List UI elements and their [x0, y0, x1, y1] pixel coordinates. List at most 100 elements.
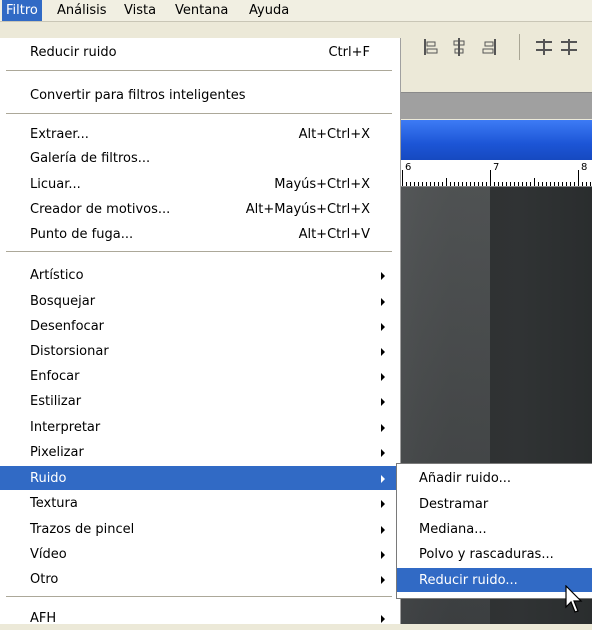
menu-item-label: Trazos de pincel — [30, 522, 135, 537]
submenu-arrow-icon — [381, 348, 385, 356]
menu-item-textura[interactable]: Textura — [0, 491, 398, 515]
ruler-tick — [418, 182, 419, 186]
ruler-tick — [530, 182, 531, 186]
menu-item-galeria[interactable]: Galería de filtros... — [0, 146, 398, 170]
submenu-item-label: Polvo y rascaduras... — [419, 547, 554, 562]
ruler-tick — [590, 182, 591, 186]
submenu-item-reducir-ruido[interactable]: Reducir ruido... — [397, 568, 592, 592]
menu-item-trazos-pincel[interactable]: Trazos de pincel — [0, 517, 398, 541]
menu-item-afh[interactable]: AFH — [0, 606, 398, 630]
submenu-item-label: Reducir ruido... — [419, 573, 518, 588]
menu-item-punto-fuga[interactable]: Punto de fuga... Alt+Ctrl+V — [0, 222, 398, 246]
menu-item-label: Desenfocar — [30, 319, 105, 334]
ruler-tick — [406, 182, 407, 186]
align-center-icon[interactable] — [450, 37, 468, 57]
menu-item-interpretar[interactable]: Interpretar — [0, 415, 398, 439]
submenu-arrow-icon — [381, 373, 385, 381]
menu-separator — [6, 251, 392, 252]
ruler-tick — [550, 182, 551, 186]
document-title-bar — [400, 120, 592, 160]
menu-ventana[interactable]: Ventana — [171, 0, 232, 21]
distribute-top-icon[interactable] — [535, 37, 553, 57]
submenu-item-label: Mediana... — [419, 522, 487, 537]
menu-item-desenfocar[interactable]: Desenfocar — [0, 314, 398, 338]
menu-item-distorsionar[interactable]: Distorsionar — [0, 339, 398, 363]
ruler-tick — [514, 182, 515, 186]
ruler-tick — [458, 182, 459, 186]
menu-item-label: Galería de filtros... — [30, 151, 151, 166]
submenu-item-destramar[interactable]: Destramar — [397, 492, 592, 516]
filtro-menu: Reducir ruido Ctrl+F Convertir para filt… — [0, 38, 401, 626]
ruler-tick — [562, 182, 563, 186]
submenu-item-label: Añadir ruido... — [419, 471, 512, 486]
ruler-tick — [442, 182, 443, 186]
menu-item-extraer[interactable]: Extraer... Alt+Ctrl+X — [0, 122, 398, 146]
ruler-tick — [438, 182, 439, 186]
submenu-arrow-icon — [381, 526, 385, 534]
menu-item-otro[interactable]: Otro — [0, 567, 398, 591]
menu-bar: Filtro Análisis Vista Ventana Ayuda — [0, 0, 592, 22]
options-toolbar — [400, 22, 592, 92]
menu-item-shortcut: Alt+Mayús+Ctrl+X — [245, 202, 370, 217]
ruler-tick — [518, 182, 519, 186]
menu-item-label: Ruido — [30, 471, 67, 486]
ruler-tick — [430, 182, 431, 186]
menu-item-reducir-ruido-last[interactable]: Reducir ruido Ctrl+F — [0, 40, 398, 64]
menu-item-label: Extraer... — [30, 127, 89, 142]
ruler-tick — [446, 178, 447, 186]
menu-item-enfocar[interactable]: Enfocar — [0, 364, 398, 388]
ruler-tick — [434, 182, 435, 186]
menu-item-label: Bosquejar — [30, 294, 96, 309]
menu-ayuda[interactable]: Ayuda — [245, 0, 293, 21]
panel-bar — [400, 92, 592, 119]
menu-item-artistico[interactable]: Artístico — [0, 263, 398, 287]
align-left-icon[interactable] — [422, 37, 440, 57]
menu-item-label: Punto de fuga... — [30, 227, 134, 242]
submenu-arrow-icon — [381, 475, 385, 483]
menu-item-label: Convertir para filtros inteligentes — [30, 88, 246, 103]
menu-item-label: Creador de motivos... — [30, 202, 171, 217]
menu-vista[interactable]: Vista — [120, 0, 160, 21]
ruler-tick — [502, 182, 503, 186]
menu-analisis[interactable]: Análisis — [53, 0, 110, 21]
ruler-tick — [402, 170, 403, 186]
menu-item-shortcut: Alt+Ctrl+V — [298, 227, 370, 242]
submenu-item-mediana[interactable]: Mediana... — [397, 517, 592, 541]
ruler-tick — [422, 182, 423, 186]
submenu-arrow-icon — [381, 398, 385, 406]
submenu-item-anadir-ruido[interactable]: Añadir ruido... — [397, 466, 592, 490]
menu-item-bosquejar[interactable]: Bosquejar — [0, 289, 398, 313]
distribute-center-icon[interactable] — [560, 37, 578, 57]
menu-separator — [6, 113, 392, 114]
menu-item-estilizar[interactable]: Estilizar — [0, 389, 398, 413]
align-right-icon[interactable] — [480, 37, 498, 57]
ruler-tick — [522, 182, 523, 186]
submenu-arrow-icon — [381, 298, 385, 306]
menu-item-ruido[interactable]: Ruido — [0, 466, 398, 490]
ruler-tick — [510, 182, 511, 186]
menu-item-shortcut: Mayús+Ctrl+X — [274, 177, 370, 192]
menu-item-label: Vídeo — [30, 547, 67, 562]
menu-item-shortcut: Ctrl+F — [328, 45, 370, 60]
menu-item-video[interactable]: Vídeo — [0, 542, 398, 566]
submenu-arrow-icon — [381, 272, 385, 280]
menu-item-shortcut: Alt+Ctrl+X — [298, 127, 370, 142]
submenu-arrow-icon — [381, 449, 385, 457]
menu-item-pixelizar[interactable]: Pixelizar — [0, 440, 398, 464]
ruler-tick — [410, 182, 411, 186]
menu-item-creador-motivos[interactable]: Creador de motivos... Alt+Mayús+Ctrl+X — [0, 197, 398, 221]
menu-filtro[interactable]: Filtro — [2, 0, 42, 21]
ruler-tick — [426, 182, 427, 186]
submenu-arrow-icon — [381, 576, 385, 584]
ruler-tick — [494, 182, 495, 186]
ruler-tick — [490, 170, 491, 186]
ruler-tick — [582, 182, 583, 186]
ruler-tick — [450, 182, 451, 186]
menu-item-convertir[interactable]: Convertir para filtros inteligentes — [0, 83, 398, 107]
submenu-item-polvo-rascaduras[interactable]: Polvo y rascaduras... — [397, 542, 592, 566]
ruler-tick — [586, 182, 587, 186]
submenu-arrow-icon — [381, 323, 385, 331]
ruler-tick — [566, 182, 567, 186]
menu-item-licuar[interactable]: Licuar... Mayús+Ctrl+X — [0, 172, 398, 196]
submenu-arrow-icon — [381, 551, 385, 559]
